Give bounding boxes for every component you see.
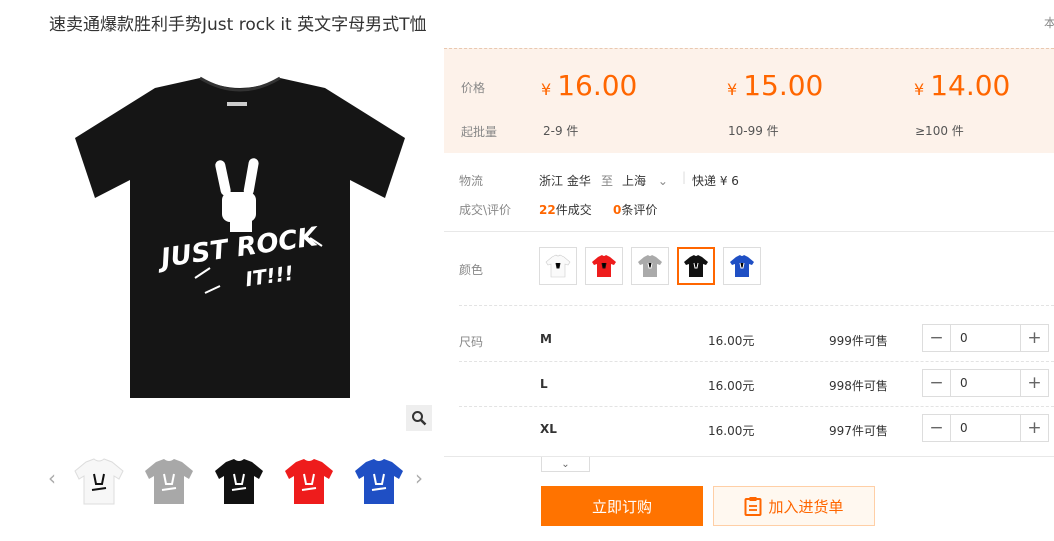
tier-price-value: 14.00	[930, 69, 1011, 102]
currency-symbol: ¥	[541, 80, 552, 99]
chevron-down-icon: ⌄	[657, 174, 668, 188]
separator: |	[682, 170, 687, 184]
size-name: M	[540, 332, 552, 346]
minus-icon[interactable]: −	[923, 370, 951, 396]
magnifier-icon	[412, 411, 427, 426]
thumbnail-strip	[72, 454, 406, 508]
size-price: 16.00元	[708, 379, 755, 393]
ship-to-select[interactable]: 上海 ⌄	[622, 172, 668, 189]
thumbnail-prev-icon[interactable]: ‹	[48, 466, 56, 490]
tier-price: ¥15.00	[727, 69, 823, 102]
divider	[459, 406, 1054, 407]
logistics-label: 物流	[459, 174, 484, 188]
currency-symbol: ¥	[914, 80, 925, 99]
color-options	[539, 247, 761, 285]
tier-price: ¥16.00	[541, 69, 637, 102]
product-title: 速卖通爆款胜利手势Just rock it 英文字母男式T恤	[49, 15, 427, 35]
quantity-input[interactable]: 0	[951, 415, 968, 441]
title-overflow-text: 本	[1044, 16, 1054, 30]
tier-range: 2-9 件	[543, 124, 579, 138]
minus-icon[interactable]: −	[923, 415, 951, 441]
min-qty-label: 起批量	[461, 125, 498, 139]
divider	[459, 305, 1054, 306]
add-to-cart-button[interactable]: 加入进货单	[713, 486, 875, 526]
shipping-fee: 快递 ¥ 6	[692, 174, 739, 188]
size-name: L	[540, 377, 548, 391]
plus-icon[interactable]: +	[1020, 325, 1048, 351]
size-stock: 997件可售	[829, 424, 888, 438]
plus-icon[interactable]: +	[1020, 370, 1048, 396]
clipboard-icon	[744, 497, 762, 516]
color-swatch-black[interactable]	[677, 247, 715, 285]
ship-from: 浙江 金华	[539, 174, 591, 188]
thumbnail-blue[interactable]	[352, 454, 406, 508]
buy-now-button[interactable]: 立即订购	[541, 486, 703, 526]
price-label: 价格	[461, 81, 486, 95]
size-stock: 998件可售	[829, 379, 888, 393]
tier-price: ¥14.00	[914, 69, 1010, 102]
divider	[459, 361, 1054, 362]
color-swatch-blue[interactable]	[723, 247, 761, 285]
thumbnail-red[interactable]	[282, 454, 336, 508]
tier-range: ≥100 件	[915, 124, 964, 138]
deals-number: 22	[539, 203, 556, 217]
size-price: 16.00元	[708, 424, 755, 438]
main-product-image[interactable]: JUST ROCK IT!!!	[60, 68, 420, 408]
ship-to-value: 上海	[622, 174, 647, 188]
tier-price-value: 16.00	[557, 69, 638, 102]
plus-icon[interactable]: +	[1020, 415, 1048, 441]
zoom-button[interactable]	[406, 405, 432, 431]
expand-sizes-button[interactable]: ⌄	[541, 457, 590, 472]
color-swatch-gray[interactable]	[631, 247, 669, 285]
size-price: 16.00元	[708, 334, 755, 348]
sales-label: 成交\评价	[459, 203, 512, 217]
deals-count[interactable]: 22件成交	[539, 201, 592, 218]
quantity-input[interactable]: 0	[951, 325, 968, 351]
chevron-down-icon: ⌄	[561, 458, 570, 470]
thumbnail-white[interactable]	[72, 454, 126, 508]
tier-range: 10-99 件	[728, 124, 779, 138]
currency-symbol: ¥	[727, 80, 738, 99]
ship-to-word: 至	[601, 174, 614, 188]
add-to-cart-label: 加入进货单	[768, 497, 844, 516]
color-label: 颜色	[459, 263, 484, 277]
price-panel: 价格 起批量 ¥16.00 ¥15.00 ¥14.00 2-9 件 10-99 …	[444, 48, 1054, 153]
size-stock: 999件可售	[829, 334, 888, 348]
quantity-stepper: − 0 +	[922, 414, 1049, 442]
color-swatch-red[interactable]	[585, 247, 623, 285]
quantity-input[interactable]: 0	[951, 370, 968, 396]
divider	[444, 231, 1054, 232]
quantity-stepper: − 0 +	[922, 369, 1049, 397]
divider	[444, 456, 1054, 457]
reviews-count[interactable]: 0条评价	[613, 201, 657, 218]
reviews-text: 条评价	[621, 203, 658, 217]
minus-icon[interactable]: −	[923, 325, 951, 351]
deals-text: 件成交	[555, 203, 592, 217]
color-swatch-white[interactable]	[539, 247, 577, 285]
tier-price-value: 15.00	[743, 69, 824, 102]
thumbnail-next-icon[interactable]: ›	[415, 466, 423, 490]
thumbnail-black[interactable]	[212, 454, 266, 508]
size-label: 尺码	[459, 335, 484, 349]
thumbnail-gray[interactable]	[142, 454, 196, 508]
size-name: XL	[540, 422, 557, 436]
quantity-stepper: − 0 +	[922, 324, 1049, 352]
